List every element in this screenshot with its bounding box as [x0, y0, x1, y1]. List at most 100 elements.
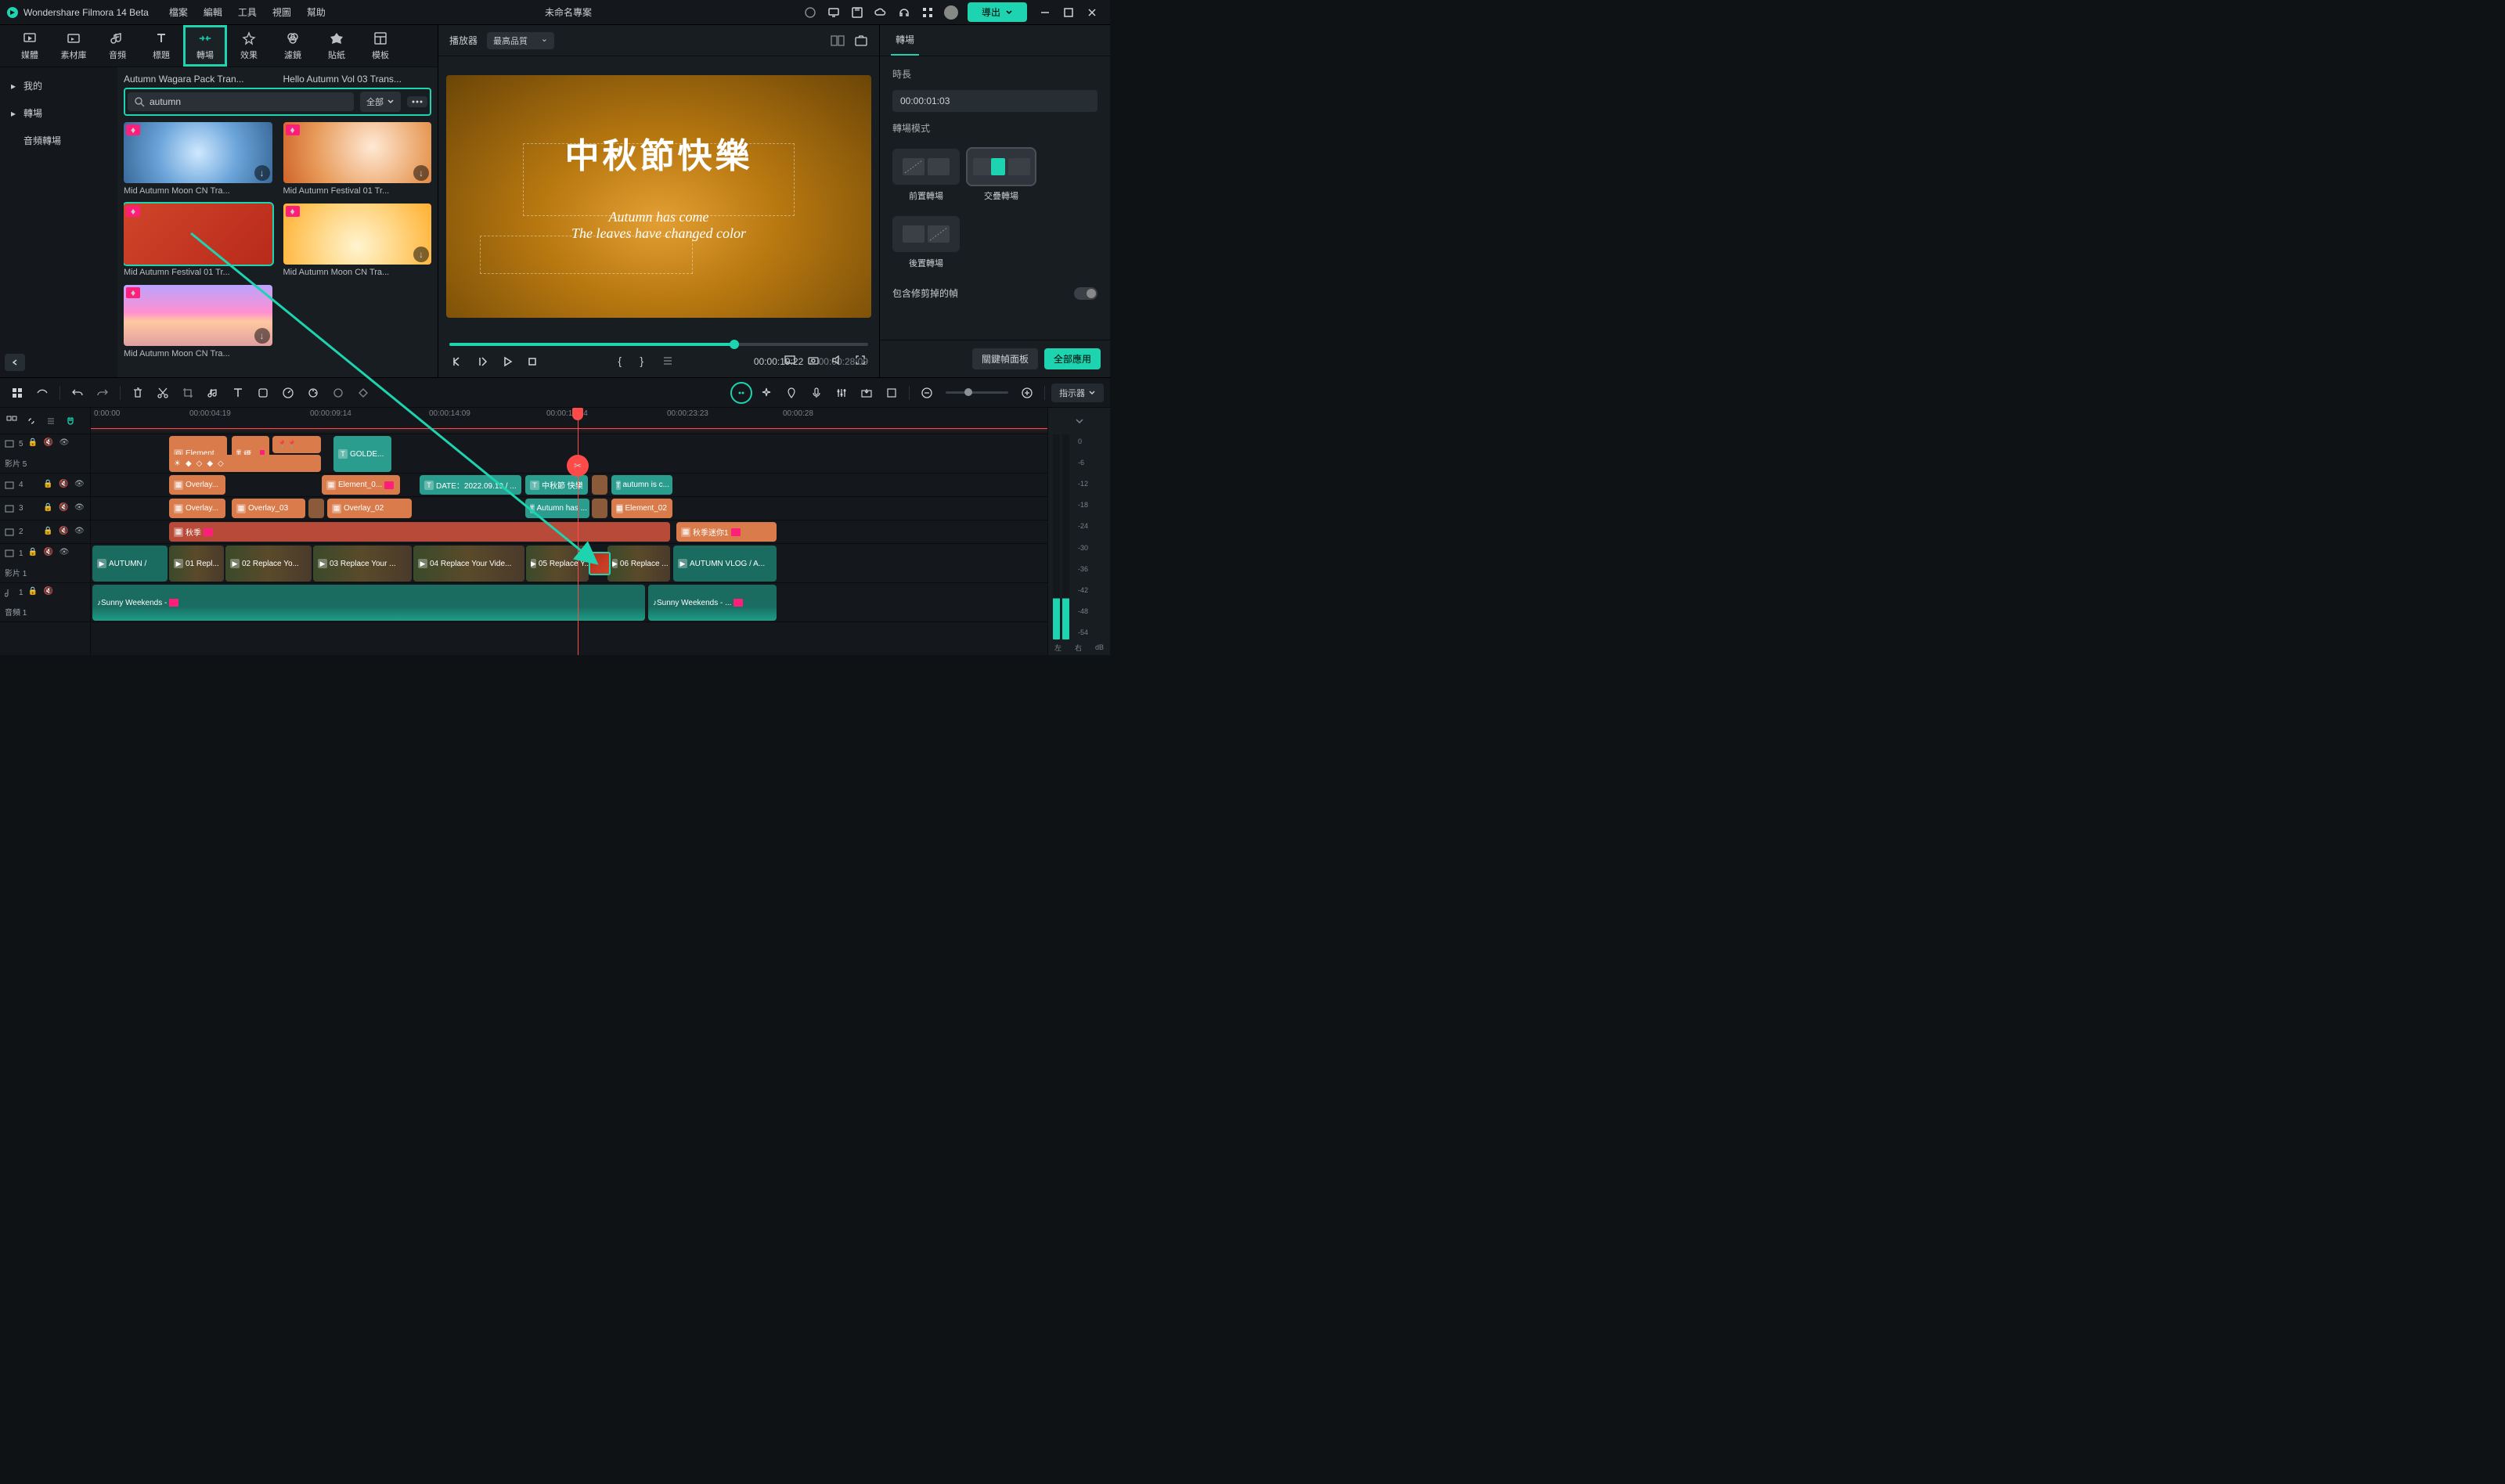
text-icon[interactable] [227, 382, 249, 404]
search-category-select[interactable]: 全部 [360, 92, 401, 112]
clip-autumn-mini[interactable]: ▦秋季迷你1 [676, 522, 777, 542]
library-item[interactable]: ♦↓Mid Autumn Festival 01 Tr... [283, 122, 432, 196]
timeline-tracks[interactable]: 0:00:00 00:00:04:19 00:00:09:14 00:00:14… [91, 408, 1047, 655]
clip-autumn-vlog[interactable]: ▶AUTUMN / [92, 546, 168, 582]
camera-icon[interactable] [807, 354, 821, 368]
eye-icon[interactable]: 👁 [59, 438, 70, 449]
menu-view[interactable]: 視圖 [265, 1, 299, 23]
track-header-3[interactable]: 3🔒🔇👁 [0, 497, 90, 520]
tab-stickers[interactable]: 貼紙 [315, 25, 359, 67]
track-header-5[interactable]: 5🔒🔇👁 影片 5 [0, 434, 90, 474]
clip-image[interactable] [308, 499, 324, 518]
stop-button[interactable] [524, 354, 540, 369]
undo-icon[interactable] [67, 382, 88, 404]
export-button[interactable]: 導出 [968, 2, 1027, 22]
headphones-icon[interactable] [897, 5, 911, 20]
color-icon[interactable] [302, 382, 324, 404]
clip-video[interactable]: ▶06 Replace ... [607, 546, 670, 582]
minimize-button[interactable] [1033, 2, 1057, 23]
menu-help[interactable]: 幫助 [299, 1, 333, 23]
maximize-button[interactable] [1057, 2, 1080, 23]
clip-autumn[interactable]: ▦秋季 [169, 522, 670, 542]
clip-video[interactable]: ▶05 Replace Y... [526, 546, 589, 582]
zoom-in-icon[interactable] [1016, 382, 1038, 404]
delete-icon[interactable] [127, 382, 149, 404]
lock-icon[interactable]: 🔒 [28, 438, 39, 449]
header-grid-icon[interactable] [3, 412, 20, 430]
trim-toggle[interactable] [1074, 287, 1098, 300]
shape-icon[interactable] [252, 382, 274, 404]
search-box[interactable] [128, 92, 354, 111]
tab-media[interactable]: 媒體 [8, 25, 52, 67]
library-item[interactable]: ♦↓Mid Autumn Moon CN Tra... [283, 204, 432, 277]
crop-icon[interactable] [177, 382, 199, 404]
search-more-button[interactable] [407, 96, 427, 107]
duration-input[interactable] [892, 90, 1098, 112]
music-icon[interactable] [202, 382, 224, 404]
track-header-4[interactable]: 4🔒🔇👁 [0, 474, 90, 497]
brace-out-icon[interactable]: } [640, 355, 654, 369]
render-icon[interactable] [881, 382, 903, 404]
quality-select[interactable]: 最高品質 [487, 32, 554, 49]
clip-golden[interactable]: TGOLDE... [333, 436, 391, 472]
record-icon[interactable] [803, 5, 817, 20]
clip-audio[interactable]: ♪ Sunny Weekends - [92, 585, 645, 621]
fullscreen-icon[interactable] [854, 354, 868, 368]
clip-video[interactable]: ▶03 Replace Your ... [313, 546, 412, 582]
clip-audio[interactable]: ♪ Sunny Weekends - ... [648, 585, 777, 621]
library-item[interactable]: ♦↓Mid Autumn Moon CN Tra... [124, 122, 272, 196]
save-icon[interactable] [850, 5, 864, 20]
download-icon[interactable]: ↓ [254, 328, 270, 344]
track-header-1[interactable]: 1🔒🔇👁 影片 1 [0, 544, 90, 583]
apply-all-button[interactable]: 全部應用 [1044, 348, 1101, 369]
volume-icon[interactable] [831, 354, 845, 368]
brace-in-icon[interactable]: { [618, 355, 632, 369]
download-icon[interactable]: ↓ [254, 165, 270, 181]
monitor-icon[interactable] [827, 5, 841, 20]
download-icon[interactable]: ↓ [413, 165, 429, 181]
zoom-slider[interactable] [946, 391, 1008, 394]
clip-video[interactable]: ▶01 Repl... [169, 546, 224, 582]
layout-icon[interactable] [6, 382, 28, 404]
preview-video[interactable]: 中秋節快樂 Autumn has come The leaves have ch… [438, 56, 879, 337]
clip-image[interactable] [592, 499, 607, 518]
cut-icon[interactable] [152, 382, 174, 404]
mode-overlap-button[interactable] [968, 149, 1035, 185]
compare-icon[interactable] [831, 34, 845, 48]
header-link-icon[interactable] [23, 412, 40, 430]
play-button[interactable] [499, 354, 515, 369]
clip-autumn-vlog-end[interactable]: ▶AUTUMN VLOG / A... [673, 546, 777, 582]
clip-autumnis[interactable]: Tautumn is c... [611, 475, 672, 495]
tab-effects[interactable]: 效果 [227, 25, 271, 67]
keyframe-panel-button[interactable]: 關鍵幀面板 [972, 348, 1038, 369]
transition-clip[interactable] [589, 552, 611, 575]
mute-icon[interactable]: 🔇 [44, 438, 55, 449]
scissors-icon[interactable]: ✂ [567, 455, 589, 477]
tab-transitions[interactable]: 轉場 [183, 25, 227, 67]
zoom-out-icon[interactable] [916, 382, 938, 404]
play-pause-button[interactable] [474, 354, 490, 369]
mask-icon[interactable] [327, 382, 349, 404]
keyframe-icon[interactable] [352, 382, 374, 404]
clip-video[interactable]: ▶02 Replace Yo... [225, 546, 312, 582]
clip-overlay02[interactable]: ▦Overlay_02 [327, 499, 412, 518]
clip-markers[interactable]: 📍📍 [272, 436, 321, 453]
mode-suffix-button[interactable] [892, 216, 960, 252]
track-header-audio[interactable]: 1🔒🔇 音頻 1 [0, 583, 90, 622]
mode-prefix-button[interactable] [892, 149, 960, 185]
progress-bar[interactable] [449, 343, 868, 346]
snapshot-icon[interactable] [854, 34, 868, 48]
menu-tools[interactable]: 工具 [230, 1, 265, 23]
sidebar-collapse-button[interactable] [5, 354, 25, 371]
download-icon[interactable]: ↓ [413, 247, 429, 262]
mic-icon[interactable] [806, 382, 827, 404]
clip-date[interactable]: TDATE：2022.09.19 / ... [420, 475, 521, 495]
search-input[interactable] [150, 96, 348, 107]
speed-icon[interactable] [277, 382, 299, 404]
menu-file[interactable]: 檔案 [161, 1, 196, 23]
tab-stock[interactable]: 素材庫 [52, 25, 96, 67]
library-item[interactable]: ♦↓Mid Autumn Moon CN Tra... [124, 285, 272, 358]
marker-icon[interactable] [780, 382, 802, 404]
clip-decoration[interactable]: ☀◆◇◆◇ [169, 455, 321, 472]
clip-overlay[interactable]: ▦Overlay... [169, 499, 225, 518]
